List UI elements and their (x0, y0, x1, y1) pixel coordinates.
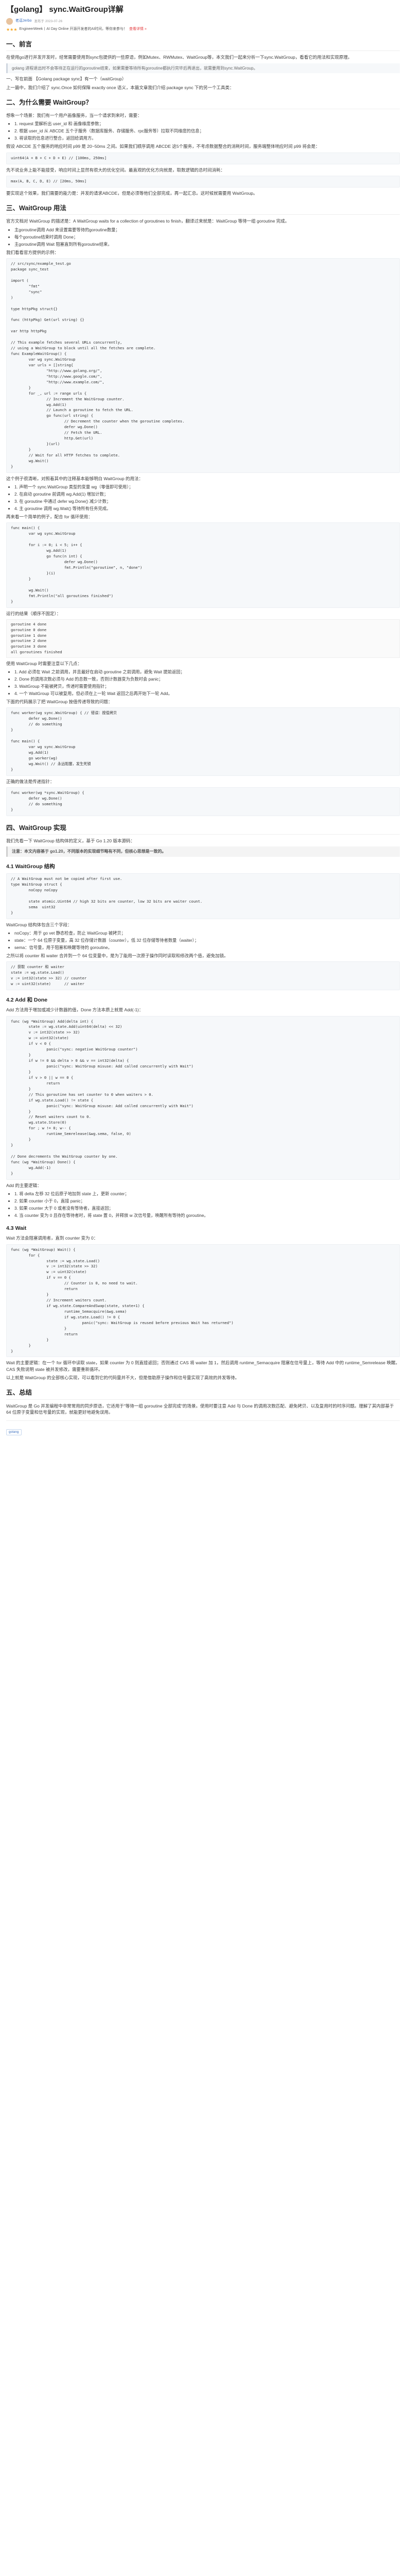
code-block: func (wg *WaitGroup) Wait() { for { stat… (6, 1244, 400, 1358)
code-block: func worker(wg sync.WaitGroup) { // 错误：按… (6, 707, 400, 776)
list-item: 2. 根据 user_id 从 ABCDE 五个子服务（数据库服务、存储服务、r… (14, 128, 400, 134)
code-block: // src/sync/example_test.go package sync… (6, 258, 400, 473)
paragraph: 以上就是 WaitGroup 的全部核心实现，可以看到它的代码量并不大，但是借助… (6, 1375, 240, 1381)
paragraph: 运行的结果（顺序不固定）： (6, 611, 61, 616)
paragraph: Add 方法用于增加或减少计数器的值，Done 方法本质上就是 Add(-1)： (6, 1007, 144, 1013)
section-heading: 三、WaitGroup 用法 (6, 204, 400, 215)
star-icon: ★★★ (6, 27, 17, 32)
list-item: 3. WaitGroup 不能被拷贝，传递时需要使用指针； (14, 683, 400, 689)
avatar[interactable] (6, 18, 13, 25)
list-item: 1. 将 delta 左移 32 位后原子地加到 state 上，更新 coun… (14, 1191, 400, 1197)
code-block: // 获取 counter 和 waiter state := wg.state… (6, 961, 400, 990)
list-item: 2. 如果 counter 小于 0，直接 panic； (14, 1198, 400, 1204)
list-item: 1. Add 必须在 Wait 之前调用，并且最好在启动 goroutine 之… (14, 669, 400, 675)
list-item: 4. 一个 WaitGroup 可以被复用，但必须在上一轮 Wait 返回之后再… (14, 690, 400, 697)
list-item: 主goroutine调用 Add 来设置需要等待的goroutine数量； (14, 227, 400, 233)
list: 主goroutine调用 Add 来设置需要等待的goroutine数量； 每个… (14, 227, 400, 247)
paragraph: 一、写在前面 【Golang package sync】有一个（waitGrou… (6, 76, 127, 82)
code-block: // A WaitGroup must not be copied after … (6, 873, 400, 919)
paragraph: WaitGroup 是 Go 并发编程中非常常用的同步原语，它适用于"等待一组 … (6, 1403, 394, 1415)
paragraph: WaitGroup 结构体包含三个字段： (6, 922, 72, 927)
promo-banner[interactable]: ★★★ EngineerWeek丨AI Day Online 开源开发者的AI时… (6, 27, 400, 33)
output-block: goroutine 4 done goroutine 0 done gorout… (6, 619, 400, 658)
list-item: 1. request 里解析出 user_id 和 画像维度参数； (14, 121, 400, 127)
paragraph: 使用 WaitGroup 时需要注意以下几点： (6, 660, 82, 666)
promo-link[interactable]: 查看详情 » (129, 27, 147, 32)
list: 1. 声明一个 sync.WaitGroup 类型的变量 wg（零值即可使用）；… (14, 484, 400, 512)
paragraph: Wait 方法会阻塞调用者，直到 counter 变为 0： (6, 1235, 98, 1241)
code-block: func worker(wg *sync.WaitGroup) { defer … (6, 787, 400, 816)
paragraph: Add 的主要逻辑： (6, 1182, 42, 1188)
note-callout: 注意：本文内容基于 go1.20，不同版本的实现细节略有不同，但核心思想是一致的… (6, 846, 400, 857)
subsection-heading: 4.2 Add 和 Done (6, 996, 48, 1003)
subsection-heading: 4.3 Wait (6, 1225, 27, 1232)
paragraph: 正确的做法是传递指针： (6, 778, 55, 784)
paragraph: 上一篇中，我们介绍了 sync.Once 如何保障 exactly once 语… (6, 84, 234, 90)
paragraph: 先不说业务上能不能接受，响应时间上显然有很大的优化空间。最直观的优化方向就是，取… (6, 167, 225, 173)
paragraph: Wait 的主要逻辑：在一个 for 循环中读取 state，如果 counte… (6, 1360, 400, 1372)
paragraph: 这个例子很清晰，对照着其中的注释基本能够明白 WaitGroup 的用法： (6, 476, 144, 481)
list-item: sema：信号量，用于阻塞和唤醒等待的 goroutine。 (14, 944, 400, 951)
section-heading: 一、前言 (6, 40, 400, 52)
paragraph: 下面的代码展示了把 WaitGroup 按值传递导致的问题： (6, 699, 113, 705)
post-meta: 老逗Jerbo 发布于 2023-07-26 (6, 18, 400, 25)
list-item: 3. 将读取的信息进行整合，返回给调用方。 (14, 135, 400, 141)
list-item: 4. 当 counter 变为 0 且存在等待者时，将 state 置 0，并释… (14, 1212, 400, 1218)
blockquote: golang 进程退出时不会等待正在运行的goroutine结束，如果需要等待所… (6, 63, 400, 74)
list: 1. request 里解析出 user_id 和 画像维度参数； 2. 根据 … (14, 121, 400, 141)
list-item: 4. 主 goroutine 调用 wg.Wait() 等待所有任务完成。 (14, 505, 400, 512)
list: 1. 将 delta 左移 32 位后原子地加到 state 上，更新 coun… (14, 1191, 400, 1218)
promo-text: EngineerWeek丨AI Day Online 开源开发者的AI时间，等你… (19, 27, 128, 31)
paragraph: 官方文档对 WaitGroup 的描述是：A WaitGroup waits f… (6, 218, 290, 224)
paragraph: 再来看一个简单的例子，配合 for 循环使用： (6, 514, 93, 520)
paragraph: 我们先看一下 WaitGroup 结构体的定义，基于 Go 1.20 版本源码： (6, 838, 135, 843)
list-item: state：一个 64 位原子变量，高 32 位存储计数器（counter），低… (14, 937, 400, 943)
subsection-heading: 4.1 WaitGroup 结构 (6, 863, 55, 870)
list-item: 3. 如果 counter 大于 0 或者没有等待者，直接返回； (14, 1205, 400, 1211)
tag-link[interactable]: golang (6, 1429, 22, 1435)
section-heading: 五、总结 (6, 1388, 400, 1400)
paragraph: 要实现这个效果，我们需要的能力是：并发的请求ABCDE，但是必须等他们全部完成，… (6, 190, 258, 196)
paragraph: 我们看看官方提供的示例： (6, 249, 59, 255)
code-block: func main() { var wg sync.WaitGroup for … (6, 522, 400, 608)
list-item: noCopy：用于 go vet 静态检查，防止 WaitGroup 被拷贝； (14, 930, 400, 936)
list-item: 1. 声明一个 sync.WaitGroup 类型的变量 wg（零值即可使用）； (14, 484, 400, 490)
divider (6, 1420, 400, 1421)
paragraph: 之所以将 counter 和 waiter 合并到一个 64 位变量中，是为了能… (6, 953, 228, 958)
list-item: 2. Done 的调用次数必须与 Add 的总数一致，否则计数器变为负数时会 p… (14, 676, 400, 682)
paragraph: 在使用go进行并发开发时，经常需要使用到sync包提供的一些原语，例如Mutex… (6, 55, 352, 60)
section-heading: 二、为什么需要 WaitGroup？ (6, 98, 400, 110)
list-item: 每个goroutine结束时调用 Done； (14, 234, 400, 240)
list: noCopy：用于 go vet 静态检查，防止 WaitGroup 被拷贝； … (14, 930, 400, 951)
publish-date: 发布于 2023-07-26 (34, 19, 63, 23)
code-block: uint64(A + B + C + D + E) // [100ms, 250… (6, 152, 400, 164)
paragraph: 假设 ABCDE 五个服务的响应时间 p99 是 20~50ms 之间。如果我们… (6, 144, 320, 149)
list-item: 3. 在 goroutine 中通过 defer wg.Done() 减少计数； (14, 498, 400, 504)
list-item: 2. 在启动 goroutine 前调用 wg.Add(1) 增加计数； (14, 491, 400, 497)
code-block: func (wg *WaitGroup) Add(delta int) { st… (6, 1015, 400, 1180)
list-item: 主goroutine调用 Wait 阻塞直到所有goroutine结束。 (14, 241, 400, 247)
paragraph: 想象一个场景：我们有一个用户画像服务，当一个请求到来时，需要： (6, 113, 142, 118)
code-block: max(A, B, C, D, E) // [20ms, 50ms] (6, 176, 400, 188)
page-title: 【golang】 sync.WaitGroup详解 (6, 5, 123, 14)
section-heading: 四、WaitGroup 实现 (6, 823, 400, 835)
list: 1. Add 必须在 Wait 之前调用，并且最好在启动 goroutine 之… (14, 669, 400, 697)
author-link[interactable]: 老逗Jerbo (15, 19, 32, 24)
